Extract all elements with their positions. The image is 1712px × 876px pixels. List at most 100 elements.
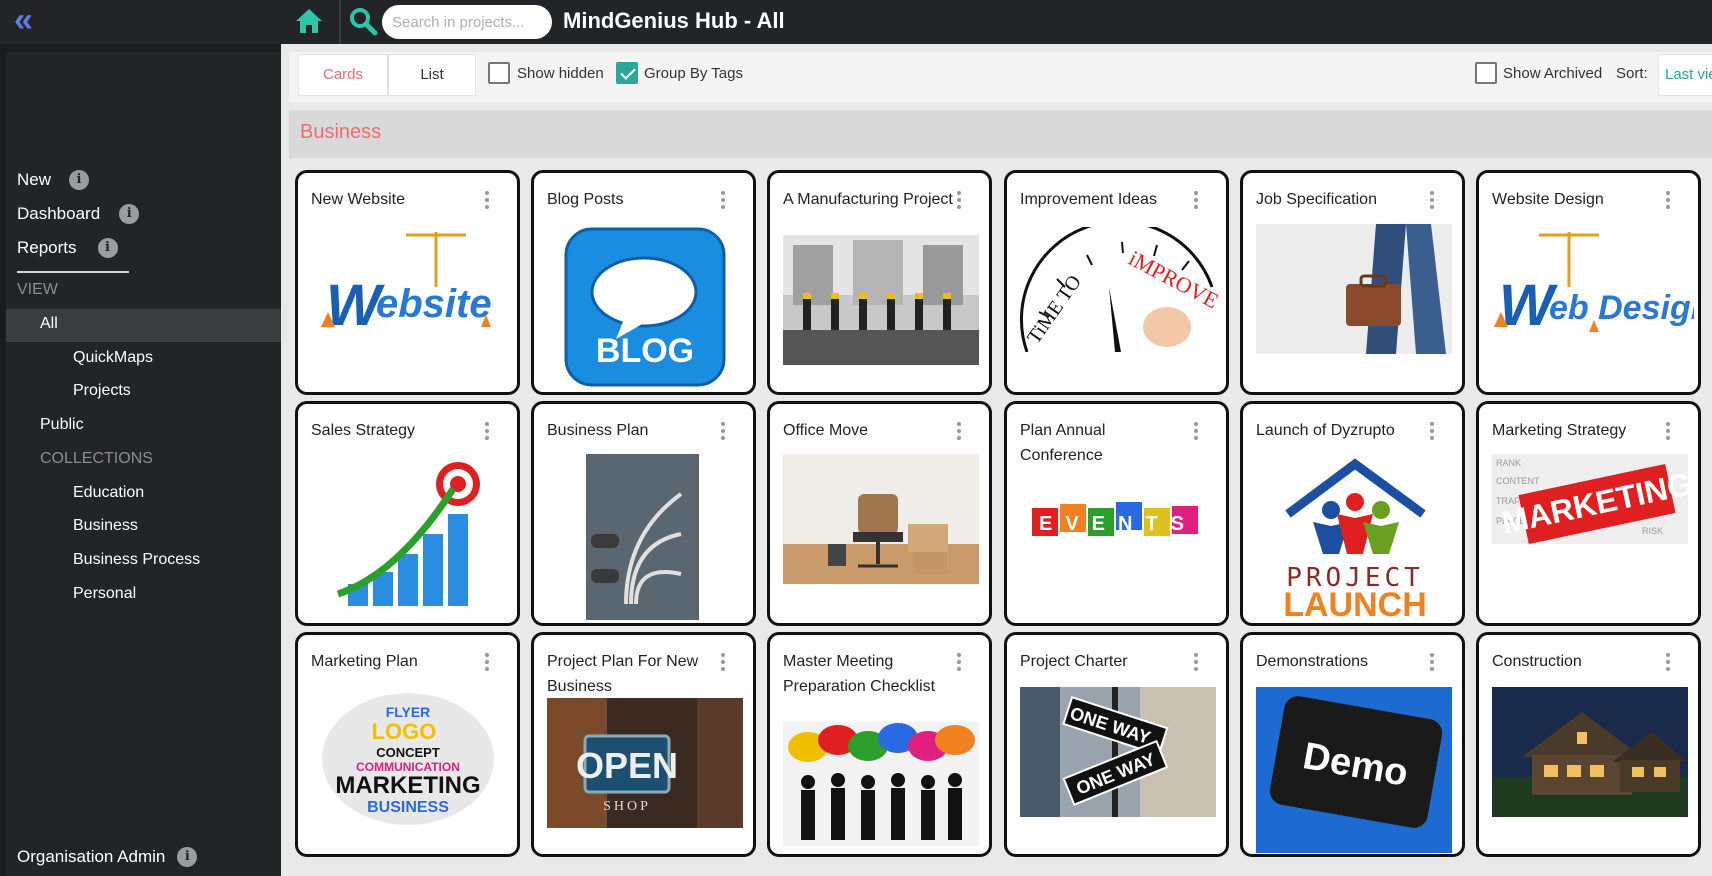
project-card-office-move[interactable]: Office Move xyxy=(767,401,992,626)
kebab-menu-icon[interactable] xyxy=(1194,191,1198,209)
kebab-menu-icon[interactable] xyxy=(485,653,489,671)
project-card-website-design[interactable]: Website Design W eb Design xyxy=(1476,170,1701,395)
sidebar-item-all[interactable]: All xyxy=(40,315,58,333)
card-title: Marketing Plan xyxy=(311,653,418,670)
svg-text:TiME TO: TiME TO xyxy=(1023,271,1086,348)
tab-list[interactable]: List xyxy=(388,54,476,96)
nav-divider xyxy=(17,271,129,273)
project-card-demonstrations[interactable]: Demonstrations Demo xyxy=(1240,632,1465,857)
improve-image: TiME TO iMPROVE xyxy=(1017,227,1222,352)
svg-text:LOGO: LOGO xyxy=(372,719,437,744)
project-card-job-specification[interactable]: Job Specification xyxy=(1240,170,1465,395)
svg-text:LAUNCH: LAUNCH xyxy=(1283,586,1427,620)
kebab-menu-icon[interactable] xyxy=(1666,191,1670,209)
marketing-image: RANK CONTENT TRAFFIC PLACEMENT RISK MARKETIN… xyxy=(1492,454,1688,544)
info-icon[interactable]: i xyxy=(119,204,140,224)
kebab-menu-icon[interactable] xyxy=(957,422,961,440)
project-card-sales-strategy[interactable]: Sales Strategy xyxy=(295,401,520,626)
kebab-menu-icon[interactable] xyxy=(485,422,489,440)
card-title: Blog Posts xyxy=(547,191,624,208)
sidebar-item-organisation-admin[interactable]: Organisation Admin i xyxy=(17,847,198,867)
sidebar-edge xyxy=(0,44,6,876)
chevron-double-left-icon[interactable]: « xyxy=(14,3,38,37)
topbar-separator xyxy=(339,0,341,44)
website-design-image: W eb Design xyxy=(1489,227,1694,342)
info-icon[interactable]: i xyxy=(69,170,90,190)
app-root: « MindGenius Hub - All New i Dashboard i… xyxy=(0,0,1712,876)
show-archived-label: Show Archived xyxy=(1503,65,1603,82)
card-title: Launch of Dyzrupto xyxy=(1256,422,1395,439)
sidebar-item-label: Reports xyxy=(17,238,77,257)
sidebar-item-personal[interactable]: Personal xyxy=(73,585,136,603)
office-chair-image xyxy=(783,454,979,584)
sidebar-item-projects[interactable]: Projects xyxy=(73,382,131,400)
blog-image: BLOG xyxy=(564,227,726,387)
card-title: Job Specification xyxy=(1256,191,1377,208)
kebab-menu-icon[interactable] xyxy=(1194,422,1198,440)
sidebar-item-reports[interactable]: Reports i xyxy=(17,238,118,258)
group-title: Business xyxy=(300,121,382,143)
kebab-menu-icon[interactable] xyxy=(1430,653,1434,671)
project-card-business-plan[interactable]: Business Plan xyxy=(531,401,756,626)
growth-chart-image xyxy=(328,454,493,619)
svg-text:FLYER: FLYER xyxy=(386,704,431,720)
show-hidden-checkbox[interactable] xyxy=(488,62,510,84)
card-title: A Manufacturing Project xyxy=(783,191,953,208)
project-card-launch-dyzrupto[interactable]: Launch of Dyzrupto PROJECT LAUNCH xyxy=(1240,401,1465,626)
project-card-project-charter[interactable]: Project Charter ONE WAY ONE WAY xyxy=(1004,632,1229,857)
sidebar-item-quickmaps[interactable]: QuickMaps xyxy=(73,349,153,367)
kebab-menu-icon[interactable] xyxy=(1666,422,1670,440)
project-launch-image: PROJECT LAUNCH xyxy=(1273,454,1438,620)
project-card-marketing-strategy[interactable]: Marketing Strategy RANK CONTENT TRAFFIC PLA… xyxy=(1476,401,1701,626)
sort-label: Sort: xyxy=(1616,65,1648,82)
kebab-menu-icon[interactable] xyxy=(485,191,489,209)
sidebar-item-public[interactable]: Public xyxy=(40,416,84,434)
project-card-meeting-checklist[interactable]: Master Meeting Preparation Checklist xyxy=(767,632,992,857)
sidebar-item-new[interactable]: New i xyxy=(17,170,90,190)
kebab-menu-icon[interactable] xyxy=(1430,191,1434,209)
kebab-menu-icon[interactable] xyxy=(721,653,725,671)
search-icon[interactable] xyxy=(348,6,378,36)
card-title: Construction xyxy=(1492,653,1582,670)
kebab-menu-icon[interactable] xyxy=(1430,422,1434,440)
card-title: Business Plan xyxy=(547,422,649,439)
group-by-tags-checkbox[interactable] xyxy=(616,62,638,84)
card-title: Project Plan For New Business xyxy=(547,653,699,695)
project-card-construction[interactable]: Construction xyxy=(1476,632,1701,857)
search-input[interactable] xyxy=(382,5,552,39)
svg-text:CONTENT: CONTENT xyxy=(1496,476,1540,486)
home-icon[interactable] xyxy=(294,6,324,36)
project-card-marketing-plan[interactable]: Marketing Plan FLYER LOGO CONCEPT COMMUN… xyxy=(295,632,520,857)
kebab-menu-icon[interactable] xyxy=(957,191,961,209)
project-card-annual-conference[interactable]: Plan Annual Conference EVENTS xyxy=(1004,401,1229,626)
project-card-manufacturing[interactable]: A Manufacturing Project xyxy=(767,170,992,395)
sidebar-item-business[interactable]: Business xyxy=(73,517,138,535)
kebab-menu-icon[interactable] xyxy=(721,191,725,209)
show-archived-checkbox[interactable] xyxy=(1475,62,1497,84)
sidebar-item-education[interactable]: Education xyxy=(73,484,144,502)
sort-select[interactable]: Last vie xyxy=(1658,54,1712,96)
kebab-menu-icon[interactable] xyxy=(1666,653,1670,671)
sidebar-item-label: Organisation Admin xyxy=(17,847,166,866)
show-hidden-label: Show hidden xyxy=(517,65,604,82)
project-card-blog-posts[interactable]: Blog Posts BLOG xyxy=(531,170,756,395)
svg-text:RISK: RISK xyxy=(1642,526,1663,536)
sidebar-item-business-process[interactable]: Business Process xyxy=(73,551,200,569)
card-title: Marketing Strategy xyxy=(1492,422,1627,439)
card-title: Website Design xyxy=(1492,191,1604,208)
website-image: W ebsite xyxy=(316,227,501,342)
info-icon[interactable]: i xyxy=(177,847,198,867)
collections-section-label: COLLECTIONS xyxy=(40,450,153,467)
project-card-new-business[interactable]: Project Plan For New Business OPEN SHOP xyxy=(531,632,756,857)
sidebar-item-dashboard[interactable]: Dashboard i xyxy=(17,204,140,224)
info-icon[interactable]: i xyxy=(97,238,118,258)
project-card-improvement-ideas[interactable]: Improvement Ideas TiME TO iMPROVE xyxy=(1004,170,1229,395)
kebab-menu-icon[interactable] xyxy=(957,653,961,671)
kebab-menu-icon[interactable] xyxy=(721,422,725,440)
card-title: Demonstrations xyxy=(1256,653,1369,670)
tab-cards[interactable]: Cards xyxy=(298,54,388,96)
project-card-new-website[interactable]: New Website W ebsite xyxy=(295,170,520,395)
card-title: New Website xyxy=(311,191,405,208)
kebab-menu-icon[interactable] xyxy=(1194,653,1198,671)
svg-text:RANK: RANK xyxy=(1496,458,1521,468)
